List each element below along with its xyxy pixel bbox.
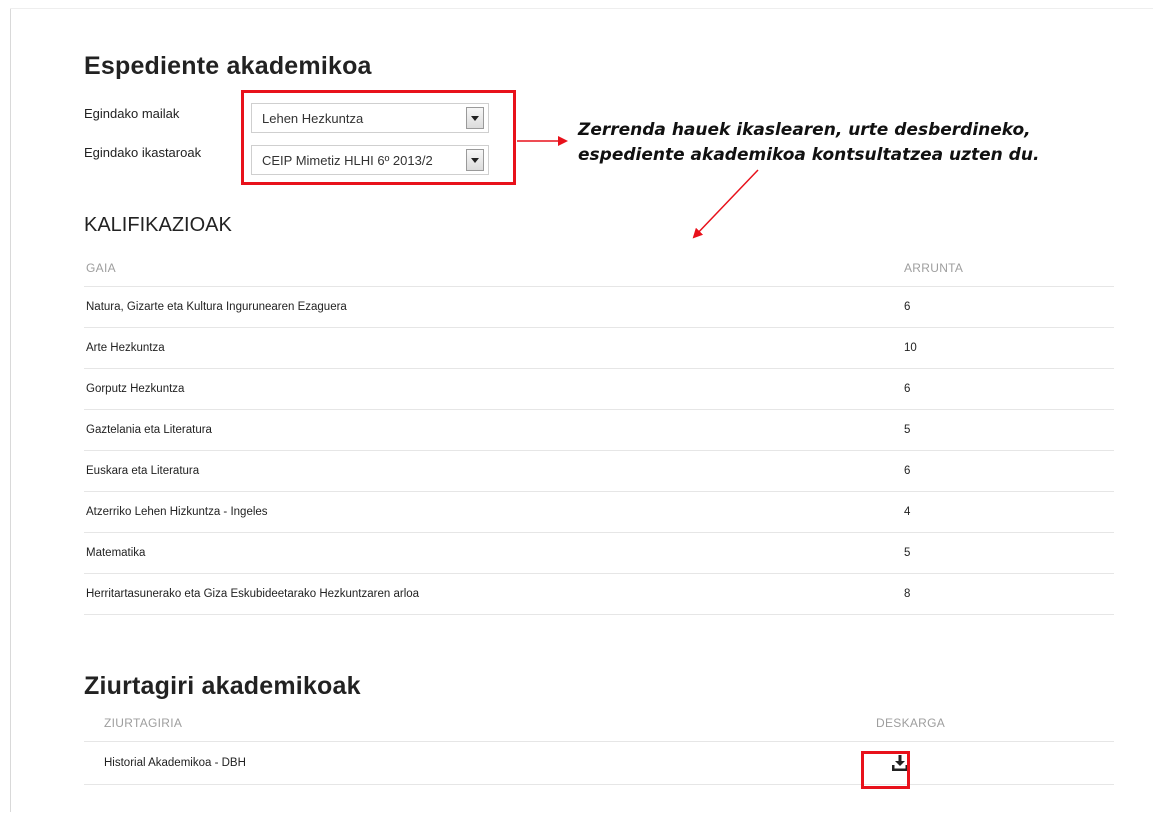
record-title: Espediente akademikoa	[84, 52, 372, 80]
row-grade: 10	[904, 342, 917, 354]
annotation-line-2: espediente akademikoa kontsultatzea uzte…	[578, 145, 1040, 165]
page: Espediente akademikoa Egindako mailak Le…	[0, 0, 1153, 830]
selects-highlight-box	[241, 90, 516, 185]
levels-label: Egindako mailak	[84, 106, 180, 121]
table-row: Atzerriko Lehen Hizkuntza - Ingeles 4	[84, 492, 1114, 533]
annotation-note: Zerrenda hauek ikaslearen, urte desberdi…	[578, 118, 1138, 168]
page-left-border	[10, 8, 11, 812]
row-subject: Gorputz Hezkuntza	[86, 383, 185, 395]
arrow-to-grades	[692, 169, 759, 239]
table-row: Gaztelania eta Literatura 5	[84, 410, 1114, 451]
table-row: Arte Hezkuntza 10	[84, 328, 1114, 369]
header-subject: GAIA	[86, 261, 116, 275]
row-grade: 6	[904, 465, 911, 477]
row-subject: Natura, Gizarte eta Kultura Ingurunearen…	[86, 301, 347, 313]
page-top-border	[10, 8, 1153, 9]
table-row: Euskara eta Literatura 6	[84, 451, 1114, 492]
certificates-table-header: ZIURTAGIRIA DESKARGA	[84, 705, 1114, 742]
row-grade: 8	[904, 588, 911, 600]
row-grade: 4	[904, 506, 911, 518]
row-subject: Arte Hezkuntza	[86, 342, 165, 354]
row-grade: 5	[904, 547, 911, 559]
annotation-line-1: Zerrenda hauek ikaslearen, urte desberdi…	[578, 120, 1031, 140]
row-grade: 6	[904, 301, 911, 313]
row-subject: Euskara eta Literatura	[86, 465, 200, 477]
courses-label: Egindako ikastaroak	[84, 145, 202, 160]
certificates-title: Ziurtagiri akademikoak	[84, 672, 361, 700]
certificates-table: ZIURTAGIRIA DESKARGA Historial Akademiko…	[84, 705, 1114, 785]
table-row: Historial Akademikoa - DBH	[84, 742, 1114, 785]
header-grade: ARRUNTA	[904, 261, 964, 275]
grades-table-header: GAIA ARRUNTA	[84, 250, 1114, 287]
row-subject: Herritartasunerako eta Giza Eskubideetar…	[86, 588, 420, 600]
table-row: Herritartasunerako eta Giza Eskubideetar…	[84, 574, 1114, 615]
download-highlight-box	[861, 751, 910, 789]
table-row: Matematika 5	[84, 533, 1114, 574]
row-grade: 5	[904, 424, 911, 436]
grades-title: KALIFIKAZIOAK	[84, 214, 232, 236]
row-subject: Atzerriko Lehen Hizkuntza - Ingeles	[86, 506, 268, 518]
header-download: DESKARGA	[876, 716, 946, 730]
table-row: Gorputz Hezkuntza 6	[84, 369, 1114, 410]
row-subject: Gaztelania eta Literatura	[86, 424, 212, 436]
grades-table: GAIA ARRUNTA Natura, Gizarte eta Kultura…	[84, 250, 1114, 615]
row-grade: 6	[904, 383, 911, 395]
certificate-name: Historial Akademikoa - DBH	[104, 757, 246, 769]
row-subject: Matematika	[86, 547, 146, 559]
table-row: Natura, Gizarte eta Kultura Ingurunearen…	[84, 287, 1114, 328]
header-certificate: ZIURTAGIRIA	[104, 716, 183, 730]
